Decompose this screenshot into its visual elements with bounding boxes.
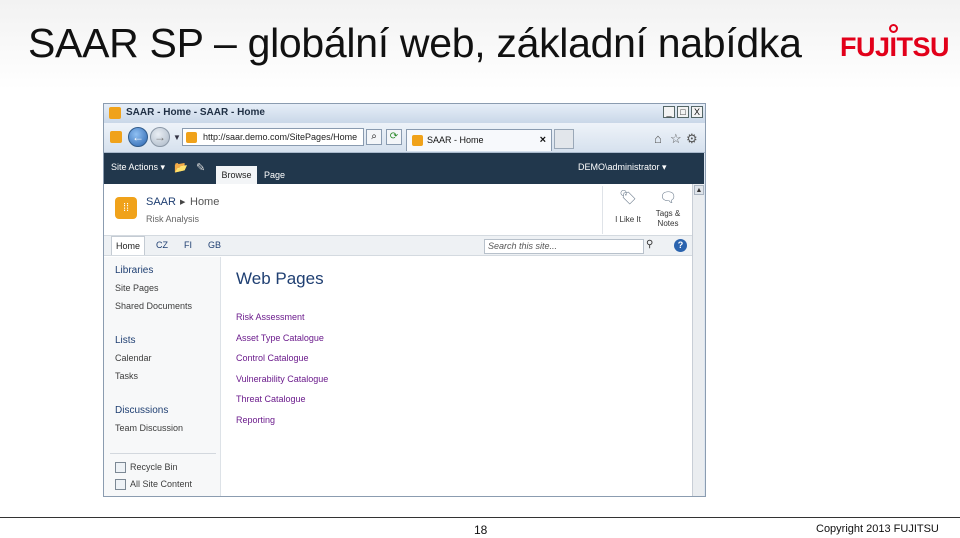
- browser-navbar: ← → ▼ http://saar.demo.com/SitePages/Hom…: [104, 123, 705, 153]
- sharepoint-app-icon: [109, 107, 121, 119]
- ql-all-site-content[interactable]: All Site Content: [130, 479, 192, 489]
- tags-notes-label-1: Tags &: [655, 209, 681, 218]
- web-pages-title: Web Pages: [236, 269, 324, 288]
- site-header: ⁞⁞ SAAR ▶ Home Risk Analysis 🏷 I Like It…: [104, 184, 692, 235]
- link-threat-catalogue[interactable]: Threat Catalogue: [236, 394, 306, 404]
- ql-calendar[interactable]: Calendar: [115, 353, 152, 363]
- help-icon[interactable]: ?: [674, 239, 687, 252]
- link-asset-type-catalogue[interactable]: Asset Type Catalogue: [236, 333, 324, 343]
- address-bar[interactable]: http://saar.demo.com/SitePages/Home: [182, 128, 364, 146]
- tags-notes-label-2: Notes: [657, 219, 679, 228]
- window-title: SAAR - Home - SAAR - Home: [126, 107, 265, 118]
- top-navigation: Home CZ FI GB Search this site... ⚲ ?: [104, 235, 692, 256]
- tab-favicon-icon: [412, 135, 423, 146]
- topnav-home[interactable]: Home: [111, 236, 146, 255]
- topnav-gb[interactable]: GB: [208, 236, 221, 255]
- ql-divider: [110, 453, 216, 454]
- new-tab-button[interactable]: [554, 129, 574, 149]
- thumbs-up-tag-icon: 🏷: [619, 189, 637, 205]
- link-risk-assessment[interactable]: Risk Assessment: [236, 312, 305, 322]
- breadcrumb-site[interactable]: SAAR: [146, 196, 176, 208]
- favorites-star-icon[interactable]: ☆: [670, 131, 682, 147]
- forward-button[interactable]: →: [150, 127, 170, 147]
- settings-gear-icon[interactable]: ⚙: [686, 131, 698, 147]
- logo-infinity-icon: [889, 24, 898, 33]
- refresh-icon[interactable]: ⟳: [386, 129, 402, 145]
- quick-launch: Libraries Site Pages Shared Documents Li…: [104, 257, 221, 496]
- close-button[interactable]: X: [691, 106, 703, 118]
- search-icon[interactable]: ⚲: [646, 239, 653, 250]
- search-dropdown-icon[interactable]: ⌕: [366, 129, 382, 145]
- navigate-up-icon[interactable]: 📂: [174, 161, 188, 174]
- copyright-text: Copyright 2013 FUJITSU: [816, 523, 939, 535]
- tab-browse[interactable]: Browse: [216, 166, 257, 184]
- ql-site-pages[interactable]: Site Pages: [115, 283, 159, 293]
- ql-team-discussion[interactable]: Team Discussion: [115, 423, 183, 433]
- topnav-fi[interactable]: FI: [184, 236, 192, 255]
- address-favicon-icon: [186, 132, 197, 143]
- browser-tab[interactable]: SAAR - Home ×: [406, 129, 552, 151]
- header-divider: [602, 186, 603, 234]
- breadcrumb-arrow-icon: ▶: [180, 199, 186, 206]
- site-actions-menu[interactable]: Site Actions ▾: [111, 162, 165, 173]
- recycle-bin-icon: [115, 462, 126, 473]
- history-dropdown-icon[interactable]: ▼: [173, 133, 181, 142]
- page-number: 18: [474, 523, 488, 537]
- link-control-catalogue[interactable]: Control Catalogue: [236, 353, 309, 363]
- site-logo-icon: ⁞⁞: [115, 197, 137, 219]
- maximize-button[interactable]: □: [677, 106, 689, 118]
- search-input[interactable]: Search this site...: [484, 239, 644, 254]
- edit-page-icon[interactable]: ✎: [196, 161, 205, 174]
- slide-header: SAAR SP – globální web, základní nabídka…: [0, 0, 960, 90]
- user-menu[interactable]: DEMO\administrator ▾: [578, 162, 667, 173]
- i-like-it-button[interactable]: 🏷 I Like It: [612, 188, 644, 227]
- page-favicon-icon: [110, 131, 122, 143]
- breadcrumb-page: Home: [190, 196, 220, 208]
- fujitsu-logo: FUJITSU: [840, 32, 950, 62]
- back-button[interactable]: ←: [128, 127, 148, 147]
- site-subtitle: Risk Analysis: [146, 214, 200, 224]
- topnav-cz[interactable]: CZ: [156, 236, 168, 255]
- link-vulnerability-catalogue[interactable]: Vulnerability Catalogue: [236, 374, 328, 384]
- i-like-it-label: I Like It: [615, 215, 641, 224]
- tab-page[interactable]: Page: [264, 170, 285, 180]
- tab-close-icon[interactable]: ×: [540, 130, 546, 150]
- all-site-content-icon: [115, 479, 126, 490]
- ql-libraries[interactable]: Libraries: [115, 265, 153, 276]
- ql-tasks[interactable]: Tasks: [115, 371, 138, 381]
- sharepoint-ribbon: Site Actions ▾ 📂 ✎ Browse Page DEMO\admi…: [104, 153, 704, 184]
- link-reporting[interactable]: Reporting: [236, 415, 275, 425]
- window-titlebar: SAAR - Home - SAAR - Home _ □ X: [104, 104, 705, 123]
- home-icon[interactable]: ⌂: [654, 131, 662, 146]
- vertical-scrollbar[interactable]: ▲: [692, 184, 704, 496]
- ql-recycle-bin[interactable]: Recycle Bin: [130, 462, 178, 472]
- slide-title: SAAR SP – globální web, základní nabídka: [28, 20, 802, 66]
- tags-notes-button[interactable]: 🗨 Tags & Notes: [650, 188, 686, 229]
- scroll-up-icon[interactable]: ▲: [694, 185, 704, 195]
- main-zone: Web Pages Risk Assessment Asset Type Cat…: [222, 257, 692, 496]
- ql-shared-documents[interactable]: Shared Documents: [115, 301, 192, 311]
- page-content: ⁞⁞ SAAR ▶ Home Risk Analysis 🏷 I Like It…: [104, 184, 704, 496]
- minimize-button[interactable]: _: [663, 106, 675, 118]
- ql-discussions[interactable]: Discussions: [115, 405, 168, 416]
- footer-divider: [0, 517, 960, 518]
- browser-window: SAAR - Home - SAAR - Home _ □ X ← → ▼ ht…: [103, 103, 706, 497]
- tags-notes-icon: 🗨: [659, 189, 677, 205]
- ql-lists[interactable]: Lists: [115, 335, 136, 346]
- tab-title: SAAR - Home: [427, 135, 484, 145]
